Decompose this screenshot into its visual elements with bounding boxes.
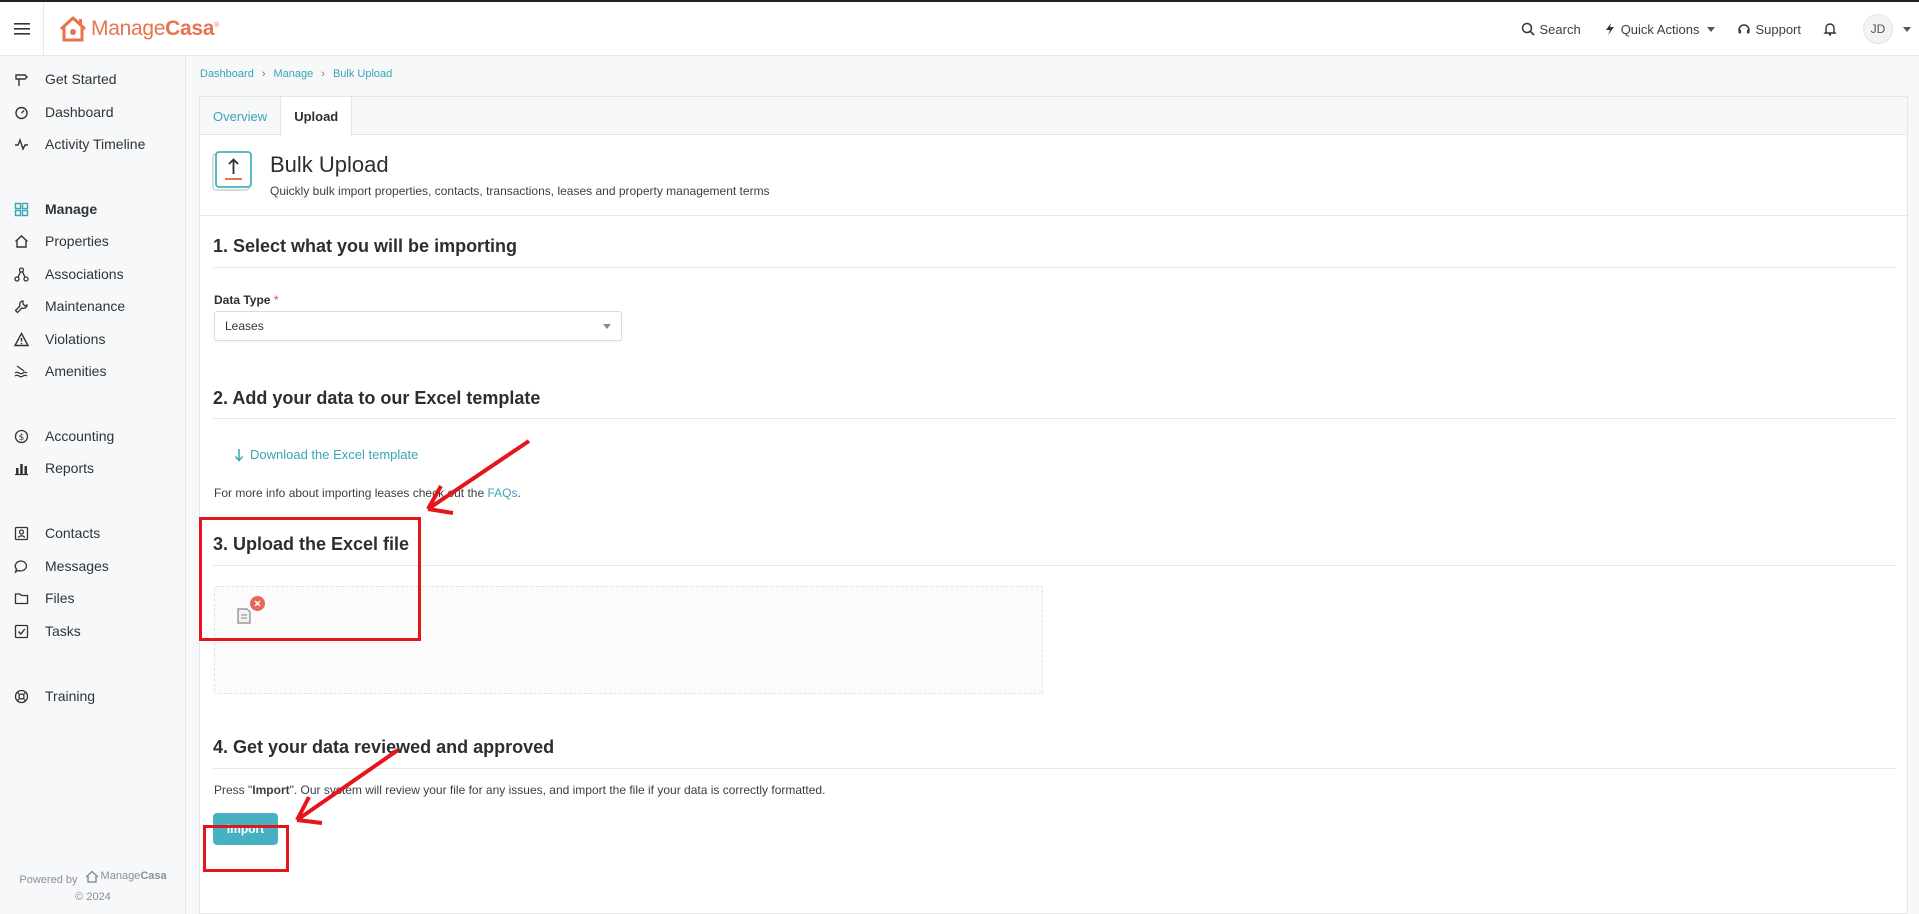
grid-icon [14, 202, 29, 216]
import-button[interactable]: Import [213, 813, 278, 845]
sidebar-item-tasks[interactable]: Tasks [0, 617, 186, 645]
user-menu-chevron-icon[interactable] [1903, 26, 1911, 32]
sidebar-item-reports[interactable]: Reports [0, 454, 186, 482]
faqs-link[interactable]: FAQs [487, 486, 517, 500]
page-header: Bulk Upload Quickly bulk import properti… [212, 151, 770, 198]
sidebar: Get Started Dashboard Activity Timeline … [0, 56, 186, 914]
download-arrow-icon [234, 448, 244, 462]
checkbox-icon [14, 624, 29, 638]
upload-icon [212, 151, 252, 191]
network-icon [14, 266, 29, 282]
dollar-icon: $ [14, 429, 29, 443]
sidebar-item-messages[interactable]: Messages [0, 552, 186, 580]
sidebar-item-amenities[interactable]: Amenities [0, 357, 186, 385]
house-logo-small-icon [85, 870, 99, 883]
powered-by-logo: Manage Casa [81, 868, 167, 885]
page-title: Bulk Upload [270, 152, 389, 177]
breadcrumb-separator-icon: › [321, 68, 325, 80]
sidebar-item-accounting[interactable]: $ Accounting [0, 422, 186, 450]
data-type-label: Data Type * [214, 293, 279, 307]
menu-toggle-button[interactable] [0, 1, 44, 56]
sidebar-item-maintenance[interactable]: Maintenance [0, 292, 186, 320]
signpost-icon [15, 73, 28, 86]
app-logo[interactable]: ManageCasa® [58, 15, 219, 43]
section-4-title: 4. Get your data reviewed and approved [213, 737, 555, 757]
chat-bubble-icon [14, 559, 28, 573]
section-3-divider [213, 565, 1896, 566]
sidebar-item-violations[interactable]: Violations [0, 325, 186, 353]
close-icon [254, 600, 261, 607]
breadcrumb: Dashboard › Manage › Bulk Upload [200, 68, 392, 80]
lightning-icon [1605, 23, 1614, 35]
folder-icon [14, 592, 29, 604]
gauge-icon [15, 106, 28, 119]
svg-text:$: $ [19, 433, 25, 443]
remove-file-button[interactable] [250, 596, 265, 611]
sidebar-item-manage[interactable]: Manage [0, 195, 186, 223]
section-2-divider [213, 418, 1896, 419]
sidebar-item-properties[interactable]: Properties [0, 227, 186, 255]
tab-overview[interactable]: Overview [200, 97, 280, 135]
contact-card-icon [14, 526, 29, 540]
bulk-upload-card: Overview Upload Bulk Upload Quickly bulk… [199, 96, 1908, 914]
pulse-icon [15, 137, 28, 151]
section-1-title: 1. Select what you will be importing [213, 236, 518, 256]
tab-upload[interactable]: Upload [280, 97, 353, 136]
wrench-icon [14, 299, 28, 313]
powered-by-footer: Powered by Manage Casa © 2024 [19, 868, 167, 903]
breadcrumb-manage[interactable]: Manage [274, 68, 314, 80]
lifebuoy-icon [14, 689, 29, 703]
section-1-divider [213, 267, 1896, 268]
house-icon [15, 234, 28, 248]
sidebar-item-associations[interactable]: Associations [0, 260, 186, 288]
breadcrumb-bulk-upload[interactable]: Bulk Upload [333, 68, 392, 80]
sidebar-item-activity-timeline[interactable]: Activity Timeline [0, 130, 186, 158]
section-2-title: 2. Add your data to our Excel template [213, 388, 541, 408]
info-text: For more info about importing leases che… [214, 486, 521, 500]
sidebar-item-dashboard[interactable]: Dashboard [0, 98, 186, 126]
sidebar-item-files[interactable]: Files [0, 584, 186, 612]
section-4-divider [213, 768, 1896, 769]
page-subtitle: Quickly bulk import properties, contacts… [270, 184, 770, 198]
breadcrumb-dashboard[interactable]: Dashboard [200, 68, 254, 80]
support-button[interactable]: Support [1737, 22, 1801, 37]
sidebar-item-training[interactable]: Training [0, 682, 186, 710]
headset-icon [1738, 24, 1751, 34]
tab-bar: Overview Upload [200, 97, 1907, 136]
notifications-button[interactable] [1823, 22, 1841, 36]
data-type-select[interactable]: Leases [214, 311, 622, 341]
warning-icon [14, 331, 29, 346]
file-dropzone[interactable] [214, 586, 1043, 694]
file-icon [237, 608, 251, 624]
logo-text: ManageCasa® [91, 16, 219, 40]
chevron-down-icon [1707, 26, 1716, 32]
bar-chart-icon [15, 463, 28, 475]
chevron-down-icon [603, 324, 611, 329]
sidebar-item-contacts[interactable]: Contacts [0, 519, 186, 547]
top-header: ManageCasa® Search Quick Actions Support… [0, 1, 1919, 56]
bell-icon [1823, 23, 1837, 36]
hamburger-icon [13, 22, 30, 35]
house-logo-icon [59, 16, 87, 41]
search-button[interactable]: Search [1521, 22, 1581, 37]
header-divider [200, 215, 1907, 216]
download-template-link[interactable]: Download the Excel template [234, 447, 418, 462]
search-icon [1522, 22, 1536, 36]
sidebar-item-get-started[interactable]: Get Started [0, 65, 186, 93]
section-3-title: 3. Upload the Excel file [213, 534, 410, 554]
main-content: Dashboard › Manage › Bulk Upload Overvie… [186, 56, 1919, 914]
pool-icon [14, 364, 28, 377]
breadcrumb-separator-icon: › [261, 68, 266, 80]
import-instructions: Press "Import". Our system will review y… [214, 783, 826, 797]
quick-actions-button[interactable]: Quick Actions [1603, 22, 1716, 37]
user-avatar[interactable]: JD [1863, 14, 1893, 44]
